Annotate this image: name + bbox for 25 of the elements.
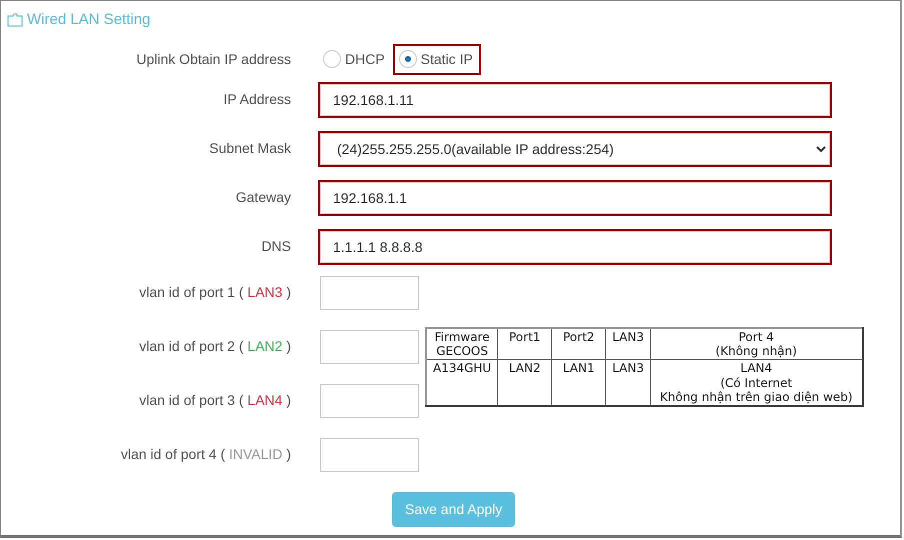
section-title: Wired LAN Setting: [27, 10, 150, 30]
folder-icon: [7, 13, 23, 28]
field-label: vlan id of port 3 ( LAN4 ): [138, 391, 291, 410]
vlan-field[interactable]: [320, 330, 419, 364]
field-label: IP Address: [222, 90, 291, 109]
table-header: Firmware GECOOS: [426, 328, 498, 360]
vlan-field[interactable]: [320, 384, 419, 418]
text-field[interactable]: 192.168.1.1: [320, 182, 830, 214]
field-label: vlan id of port 4 ( INVALID ): [120, 445, 291, 464]
vlan-field[interactable]: [320, 276, 419, 310]
field-label: vlan id of port 2 ( LAN2 ): [138, 337, 291, 356]
field-label: DNS: [260, 237, 291, 256]
field-label: Gateway: [234, 188, 291, 207]
table-header: LAN3: [606, 328, 650, 360]
table-header: Port1: [498, 328, 552, 360]
subnet-select[interactable]: (24)255.255.255.0(available IP address:254): [320, 132, 830, 164]
text-field[interactable]: 1.1.1.1 8.8.8.8: [320, 230, 830, 262]
table-header: Port2: [552, 328, 606, 360]
field-label: vlan id of port 1 ( LAN3 ): [138, 283, 291, 302]
radio-option[interactable]: Static IP: [394, 46, 479, 72]
vlan-field[interactable]: [320, 438, 419, 472]
text-field[interactable]: 192.168.1.11: [320, 84, 830, 116]
radio-option[interactable]: DHCP: [319, 46, 391, 72]
field-label: Uplink Obtain IP address: [135, 50, 291, 69]
field-label: Subnet Mask: [208, 139, 291, 158]
